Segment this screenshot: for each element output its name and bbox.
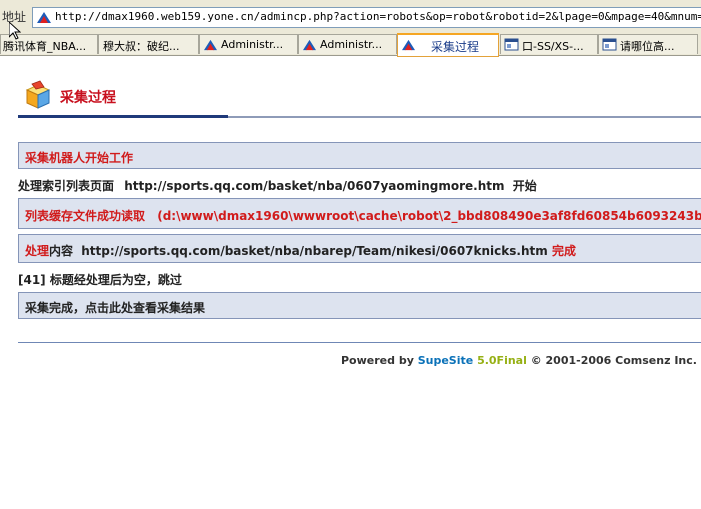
- browser-window: 地址 http://dmax1960.web159.yone.cn/adminc…: [0, 0, 701, 509]
- powered-by: Powered by: [341, 354, 414, 367]
- site-favicon-icon: [37, 12, 51, 23]
- page-header: 采集过程: [18, 74, 701, 118]
- page-title: 采集过程: [60, 90, 116, 106]
- message-process: 处理内容 http://sports.qq.com/basket/nba/nba…: [18, 234, 701, 263]
- site-favicon-icon: [204, 39, 217, 51]
- message-complete-link[interactable]: 采集完成，点击此处查看采集结果: [18, 292, 701, 319]
- tab-label: 腾讯体育_NBA...: [3, 40, 87, 53]
- message-index-page: 处理索引列表页面 http://sports.qq.com/basket/nba…: [18, 177, 537, 194]
- tab-collect-process[interactable]: 采集过程: [397, 33, 499, 57]
- footer-divider: [18, 342, 701, 343]
- page-icon: [504, 38, 519, 51]
- site-favicon-icon: [402, 39, 415, 51]
- supesite-link[interactable]: SupeSite: [418, 354, 474, 367]
- tab-administrator-1[interactable]: Administr...: [199, 34, 298, 54]
- footer: Powered by SupeSite 5.0Final © 2001-2006…: [341, 354, 697, 367]
- message-start: 采集机器人开始工作: [18, 142, 701, 169]
- tab-label: Administr...: [320, 38, 383, 51]
- cache-text: 列表缓存文件成功读取: [25, 209, 146, 223]
- process-word: 处理: [25, 244, 50, 258]
- index-url: http://sports.qq.com/basket/nba/0607yaom…: [124, 179, 505, 193]
- message-cache-read: 列表缓存文件成功读取 (d:\www\dmax1960\wwwroot\cach…: [18, 198, 701, 229]
- complete-link-text[interactable]: 采集完成，点击此处查看采集结果: [25, 301, 205, 315]
- tab-label: 请哪位高...: [620, 40, 675, 53]
- url-input[interactable]: http://dmax1960.web159.yone.cn/admincp.p…: [32, 7, 701, 28]
- skip-text: [41] 标题经处理后为空，跳过: [18, 273, 182, 287]
- version-label: 5.0Final: [477, 354, 527, 367]
- tab-question[interactable]: 请哪位高...: [598, 34, 698, 54]
- header-divider-light: [228, 116, 701, 118]
- cache-path: (d:\www\dmax1960\wwwroot\cache\robot\2_b…: [157, 209, 701, 223]
- process-content: 内容: [49, 244, 74, 258]
- page-icon: [602, 38, 617, 51]
- process-url: http://sports.qq.com/basket/nba/nbarep/T…: [81, 244, 548, 258]
- tab-mu-dashu[interactable]: 穆大叔：破纪...: [98, 34, 199, 54]
- index-prefix: 处理索引列表页面: [18, 179, 115, 193]
- tab-label: 采集过程: [431, 40, 480, 54]
- index-suffix: 开始: [512, 179, 537, 193]
- site-favicon-icon: [303, 39, 316, 51]
- copyright: © 2001-2006 Comsenz Inc.: [530, 354, 697, 367]
- message-text: 采集机器人开始工作: [25, 151, 134, 165]
- tab-label: Administr...: [221, 38, 284, 51]
- tab-label: 口-SS/XS-...: [522, 40, 584, 53]
- tab-ss-xs[interactable]: 口-SS/XS-...: [500, 34, 598, 54]
- url-text: http://dmax1960.web159.yone.cn/admincp.p…: [55, 10, 701, 23]
- address-bar: 地址 http://dmax1960.web159.yone.cn/adminc…: [0, 0, 701, 40]
- header-divider: [18, 115, 228, 118]
- mouse-cursor-icon: [9, 22, 21, 40]
- tab-administrator-2[interactable]: Administr...: [298, 34, 397, 54]
- tab-bar: 腾讯体育_NBA... 穆大叔：破纪... Administr... Admin…: [0, 33, 701, 57]
- process-done: 完成: [551, 244, 576, 258]
- tab-label: 穆大叔：破纪...: [103, 40, 180, 53]
- message-skip: [41] 标题经处理后为空，跳过: [18, 271, 182, 288]
- box-package-icon: [25, 80, 51, 109]
